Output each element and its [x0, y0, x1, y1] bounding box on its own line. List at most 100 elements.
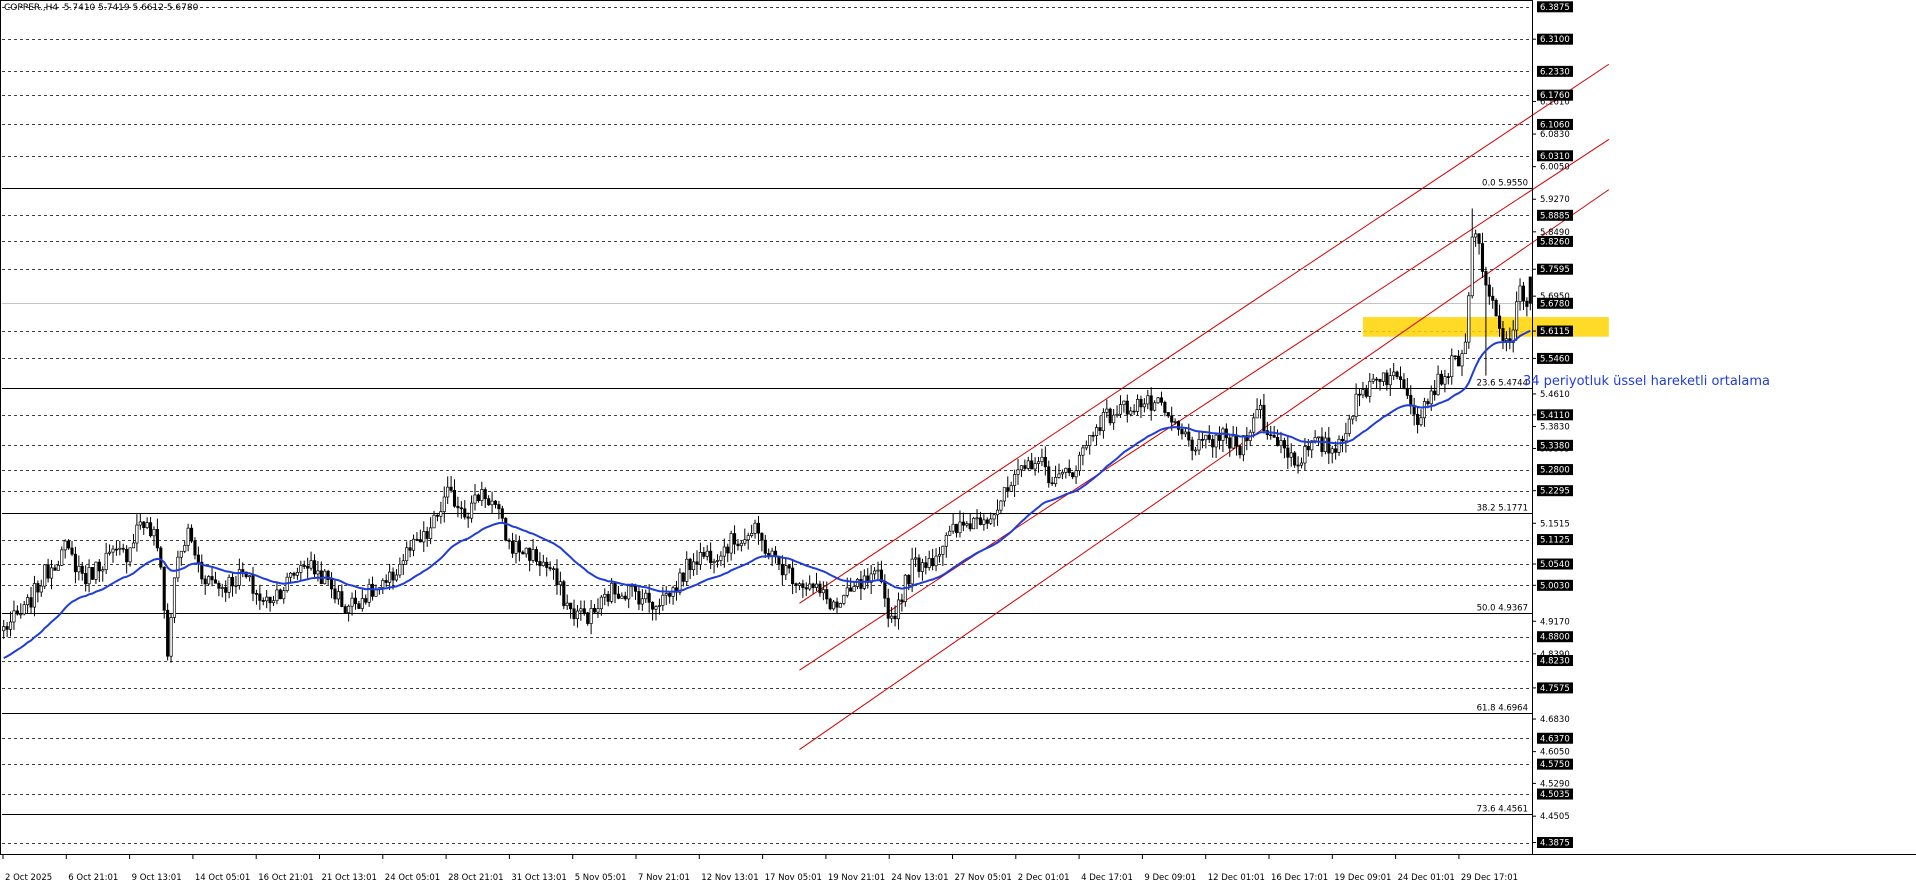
candle-body	[1498, 315, 1502, 329]
candle-body	[722, 546, 726, 557]
candle-body	[1077, 454, 1082, 472]
candle-body	[989, 518, 993, 524]
candle-body	[582, 608, 586, 614]
price-label-text: 5.6780	[1540, 299, 1570, 309]
candle-body	[951, 523, 955, 532]
candle-body	[1395, 371, 1399, 378]
candle-body	[213, 579, 217, 584]
chart-canvas[interactable]: 0.0 5.9550 23.6 5.4744 38.2 5.1771 50.0 4.9…	[0, 0, 1916, 888]
candle-body	[56, 565, 60, 571]
candle-body	[1194, 449, 1198, 452]
candle-body	[497, 504, 501, 510]
price-chart[interactable]: 0.0 5.9550 23.6 5.4744 38.2 5.1771 50.0 4.9…	[0, 0, 1916, 888]
candle-body	[1132, 410, 1136, 413]
candle-body	[1286, 447, 1290, 458]
candle-body	[511, 541, 515, 554]
price-label-text: 5.8260	[1540, 237, 1570, 247]
candle-body	[316, 570, 320, 575]
candle-body	[1521, 285, 1526, 302]
candle-body	[886, 597, 890, 619]
candle-body	[1501, 328, 1505, 341]
candle-body	[90, 567, 95, 580]
candle-body	[787, 565, 791, 569]
candle-body	[1105, 408, 1109, 413]
candle-body	[84, 573, 88, 585]
candle-body	[1416, 413, 1420, 425]
candle-body	[73, 553, 77, 573]
candle-body	[1491, 295, 1495, 301]
candle-body	[449, 486, 453, 491]
candle-body	[1371, 378, 1375, 382]
candle-body	[517, 541, 521, 553]
candle-body	[992, 514, 996, 520]
price-tick-label: 5.3830	[1540, 423, 1570, 433]
candle-body	[1231, 435, 1235, 449]
candle-body	[353, 597, 358, 605]
candle-body	[1327, 437, 1331, 454]
candle-body	[579, 608, 583, 612]
candle-body	[528, 547, 532, 561]
candle-body	[1457, 355, 1461, 367]
candle-body	[166, 609, 170, 657]
fib-level-label: 73.6 4.4561	[1477, 805, 1528, 815]
price-label-text: 6.0310	[1540, 152, 1570, 162]
candle-body	[804, 587, 808, 590]
candle-body	[972, 517, 976, 530]
candle-body	[797, 583, 801, 586]
candle-body	[1320, 436, 1324, 453]
candle-body	[1467, 295, 1471, 343]
candle-body	[1433, 390, 1437, 396]
candle-body	[763, 539, 767, 554]
candle-body	[452, 490, 457, 507]
candle-body	[548, 567, 552, 570]
time-tick-label: 31 Oct 13:01	[511, 873, 566, 883]
candle-body	[1303, 446, 1307, 464]
candle-body	[1166, 412, 1170, 417]
candle-body	[1009, 485, 1013, 492]
candle-body	[545, 561, 549, 568]
candle-body	[1217, 434, 1222, 441]
candle-body	[1357, 393, 1362, 396]
candle-body	[780, 563, 784, 576]
candle-body	[1118, 404, 1123, 415]
candle-body	[138, 521, 142, 526]
price-label-text: 4.8230	[1540, 657, 1570, 667]
candle-body	[1340, 438, 1345, 442]
candle-body	[1142, 403, 1146, 408]
candle-body	[1129, 410, 1133, 415]
candle-body	[299, 565, 303, 573]
candle-body	[534, 549, 539, 562]
candle-body	[842, 594, 846, 604]
candle-body	[1317, 436, 1321, 439]
candle-body	[176, 556, 180, 579]
candle-body	[19, 613, 23, 616]
price-label-text: 5.5460	[1540, 354, 1570, 364]
candle-body	[736, 543, 740, 547]
candle-body	[954, 523, 959, 534]
candle-body	[555, 568, 559, 586]
candle-body	[838, 603, 842, 608]
candle-body	[1334, 448, 1338, 453]
candle-body	[388, 571, 392, 583]
candle-body	[678, 572, 682, 593]
candle-body	[292, 572, 296, 576]
fib-level-label: 61.8 4.6964	[1477, 704, 1528, 714]
candle-body	[668, 593, 672, 597]
time-tick-label: 9 Dec 09:01	[1144, 873, 1196, 883]
price-label-text: 5.2295	[1540, 487, 1570, 497]
candle-body	[391, 571, 395, 581]
candle-body	[859, 579, 863, 589]
candle-body	[1344, 433, 1348, 442]
candle-body	[1081, 447, 1085, 456]
candle-body	[896, 599, 901, 620]
candle-body	[179, 550, 183, 558]
time-tick-label: 16 Oct 21:01	[258, 873, 313, 883]
price-label-text: 5.0030	[1540, 581, 1570, 591]
candle-body	[855, 579, 860, 587]
price-label-text: 5.8885	[1540, 211, 1570, 221]
candle-body	[145, 522, 149, 529]
candle-body	[814, 583, 819, 588]
candle-body	[131, 542, 136, 549]
candle-body	[1258, 404, 1263, 410]
candle-body	[709, 550, 713, 563]
